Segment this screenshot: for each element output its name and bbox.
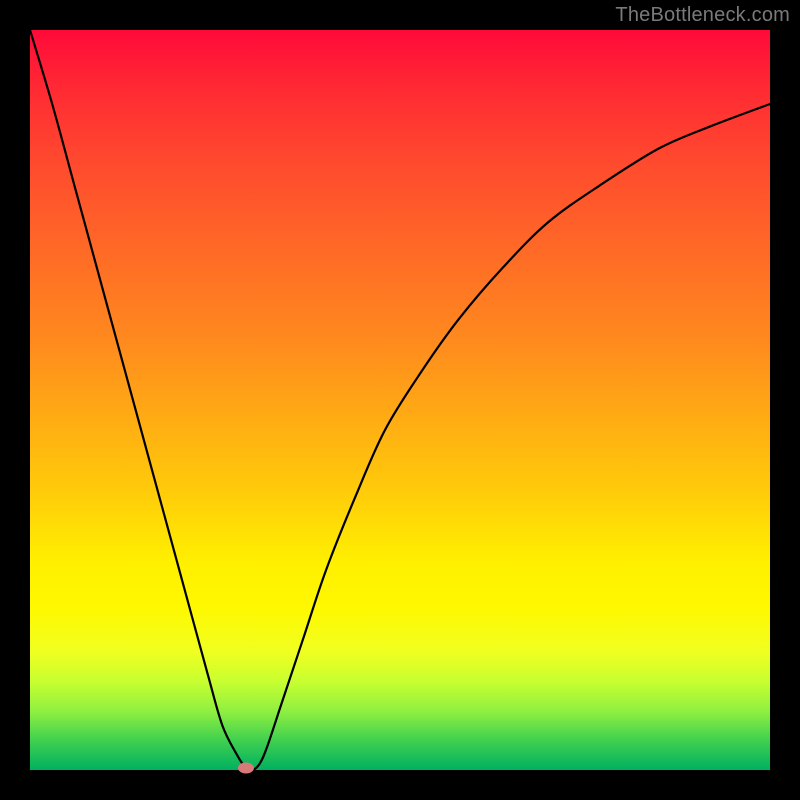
plot-area [30,30,770,770]
bottleneck-curve [30,30,770,770]
chart-frame: TheBottleneck.com [0,0,800,800]
watermark-text: TheBottleneck.com [615,4,790,27]
curve-svg [30,30,770,770]
optimum-marker [238,762,254,773]
